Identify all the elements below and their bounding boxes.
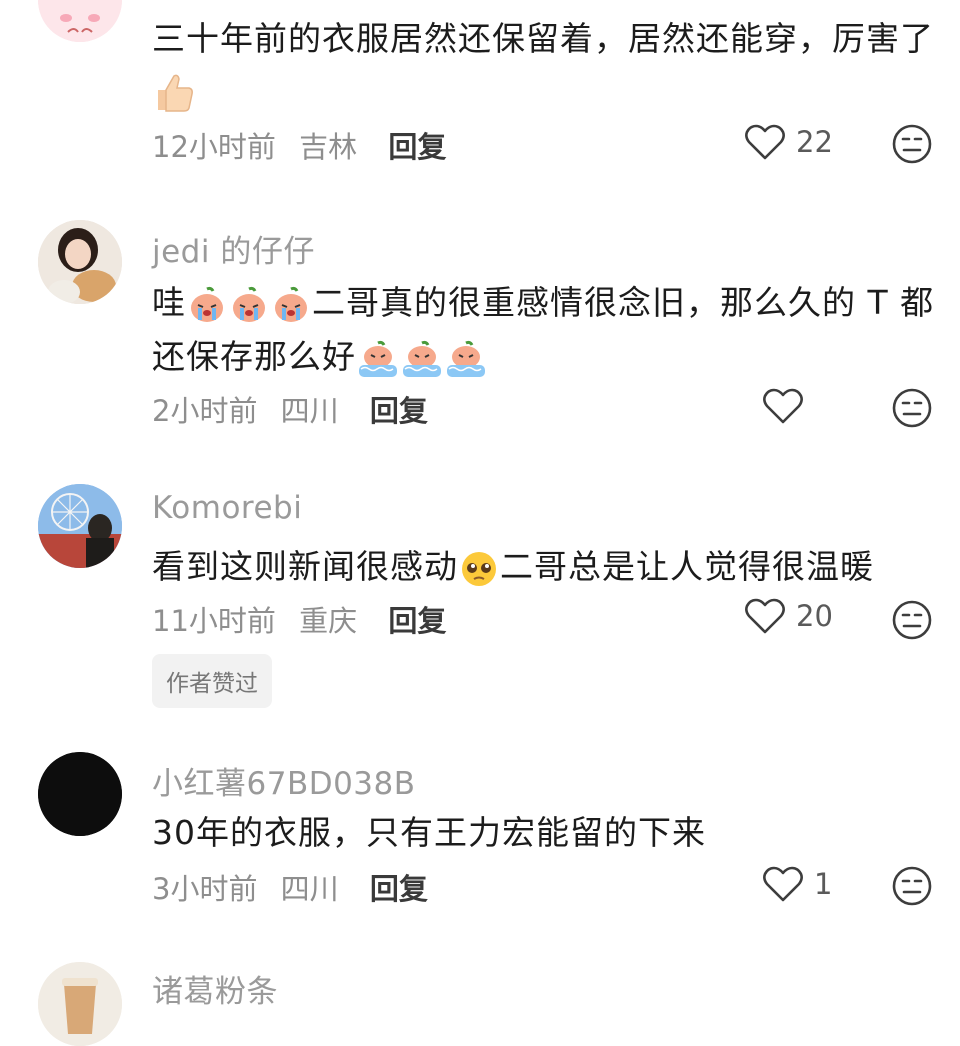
comment-location: 重庆 (299, 604, 358, 638)
comment-meta: 3小时前 四川 回复 (152, 866, 428, 908)
comment-text: 看到这则新闻很感动 二哥总是让人觉得很温暖 (152, 540, 874, 594)
neutral-face-icon (892, 124, 932, 164)
crying-peach-emoji-icon (275, 286, 307, 322)
comment-text-prefix: 看到这则新闻很感动 (152, 547, 458, 586)
neutral-face-icon (892, 388, 932, 428)
avatar[interactable] (38, 484, 122, 568)
comment-text-line: 30年的衣服，只有王力宏能留的下来 (152, 813, 706, 852)
like-button[interactable]: 1 (762, 864, 832, 904)
neutral-face-icon (892, 600, 932, 640)
comment-time: 3小时前 (152, 872, 258, 906)
girl-with-dog-avatar-icon (38, 220, 122, 304)
like-count: 1 (814, 867, 833, 901)
cartoon-pig-avatar-icon (38, 0, 122, 42)
coffee-cup-avatar-icon (38, 962, 122, 1046)
username[interactable]: 小红薯67BD038B (152, 758, 416, 803)
comment-location: 吉林 (299, 130, 358, 164)
comment-time: 2小时前 (152, 394, 258, 428)
crying-peach-emoji-icon (233, 286, 265, 322)
comment-text-suffix: 二哥总是让人觉得很温暖 (500, 547, 874, 586)
like-button[interactable]: 20 (744, 596, 833, 636)
comment-text-prefix: 哇 (152, 283, 186, 322)
reply-button[interactable]: 回复 (370, 394, 428, 428)
comment-location: 四川 (280, 872, 339, 906)
comment-meta: 2小时前 四川 回复 (152, 388, 428, 430)
reply-button[interactable]: 回复 (370, 872, 428, 906)
heart-icon (745, 598, 785, 634)
comment-text: 三十年前的衣服居然还保留着，居然还能穿，厉害了 (152, 12, 934, 66)
username[interactable]: 诸葛粉条 (152, 966, 278, 1011)
avatar[interactable] (38, 752, 122, 836)
heart-icon (763, 388, 803, 424)
heart-icon (745, 124, 785, 160)
reply-button[interactable]: 回复 (388, 130, 446, 164)
username[interactable]: Komorebi (152, 490, 302, 526)
comment-text-line: 三十年前的衣服居然还保留着，居然还能穿，厉害了 (152, 19, 934, 58)
tear-pool-peach-emoji-icon (403, 340, 441, 377)
comment-meta: 11小时前 重庆 回复 (152, 598, 446, 640)
dislike-button[interactable] (890, 598, 934, 646)
comment-text: 哇 二哥真的很重感情很念旧，那么久的 T 都还保存那么好 (152, 276, 934, 384)
pleading-face-emoji-icon (462, 551, 496, 586)
crying-peach-emoji-icon (191, 286, 223, 322)
avatar[interactable] (38, 0, 122, 42)
comment-time: 12小时前 (152, 130, 276, 164)
dislike-button[interactable] (890, 122, 934, 170)
ferris-wheel-photo-avatar-icon (38, 484, 122, 568)
like-button[interactable] (762, 386, 804, 426)
like-count: 22 (796, 125, 833, 159)
comment-text-suffix: 二哥真的很重感情很念旧，那么久的 T 都 (312, 283, 935, 322)
comment-meta: 12小时前 吉林 回复 (152, 124, 446, 166)
like-button[interactable]: 22 (744, 122, 833, 162)
avatar[interactable] (38, 220, 122, 304)
tear-pool-peach-emoji-icon (447, 340, 485, 377)
username[interactable]: jedi 的仔仔 (152, 226, 315, 271)
author-liked-badge: 作者赞过 (152, 654, 272, 708)
tear-pool-peach-emoji-icon (359, 340, 397, 377)
neutral-face-icon (892, 866, 932, 906)
comment-text-line2: 还保存那么好 (152, 337, 356, 376)
comment-text: 30年的衣服，只有王力宏能留的下来 (152, 806, 706, 860)
like-count: 20 (796, 599, 833, 633)
dislike-button[interactable] (890, 864, 934, 912)
dislike-button[interactable] (890, 386, 934, 434)
thumbs-up-emoji-icon (152, 70, 196, 118)
comment-time: 11小时前 (152, 604, 276, 638)
black-avatar-icon (38, 752, 122, 836)
avatar[interactable] (38, 962, 122, 1046)
comment-location: 四川 (280, 394, 339, 428)
reply-button[interactable]: 回复 (388, 604, 446, 638)
heart-icon (763, 866, 803, 902)
